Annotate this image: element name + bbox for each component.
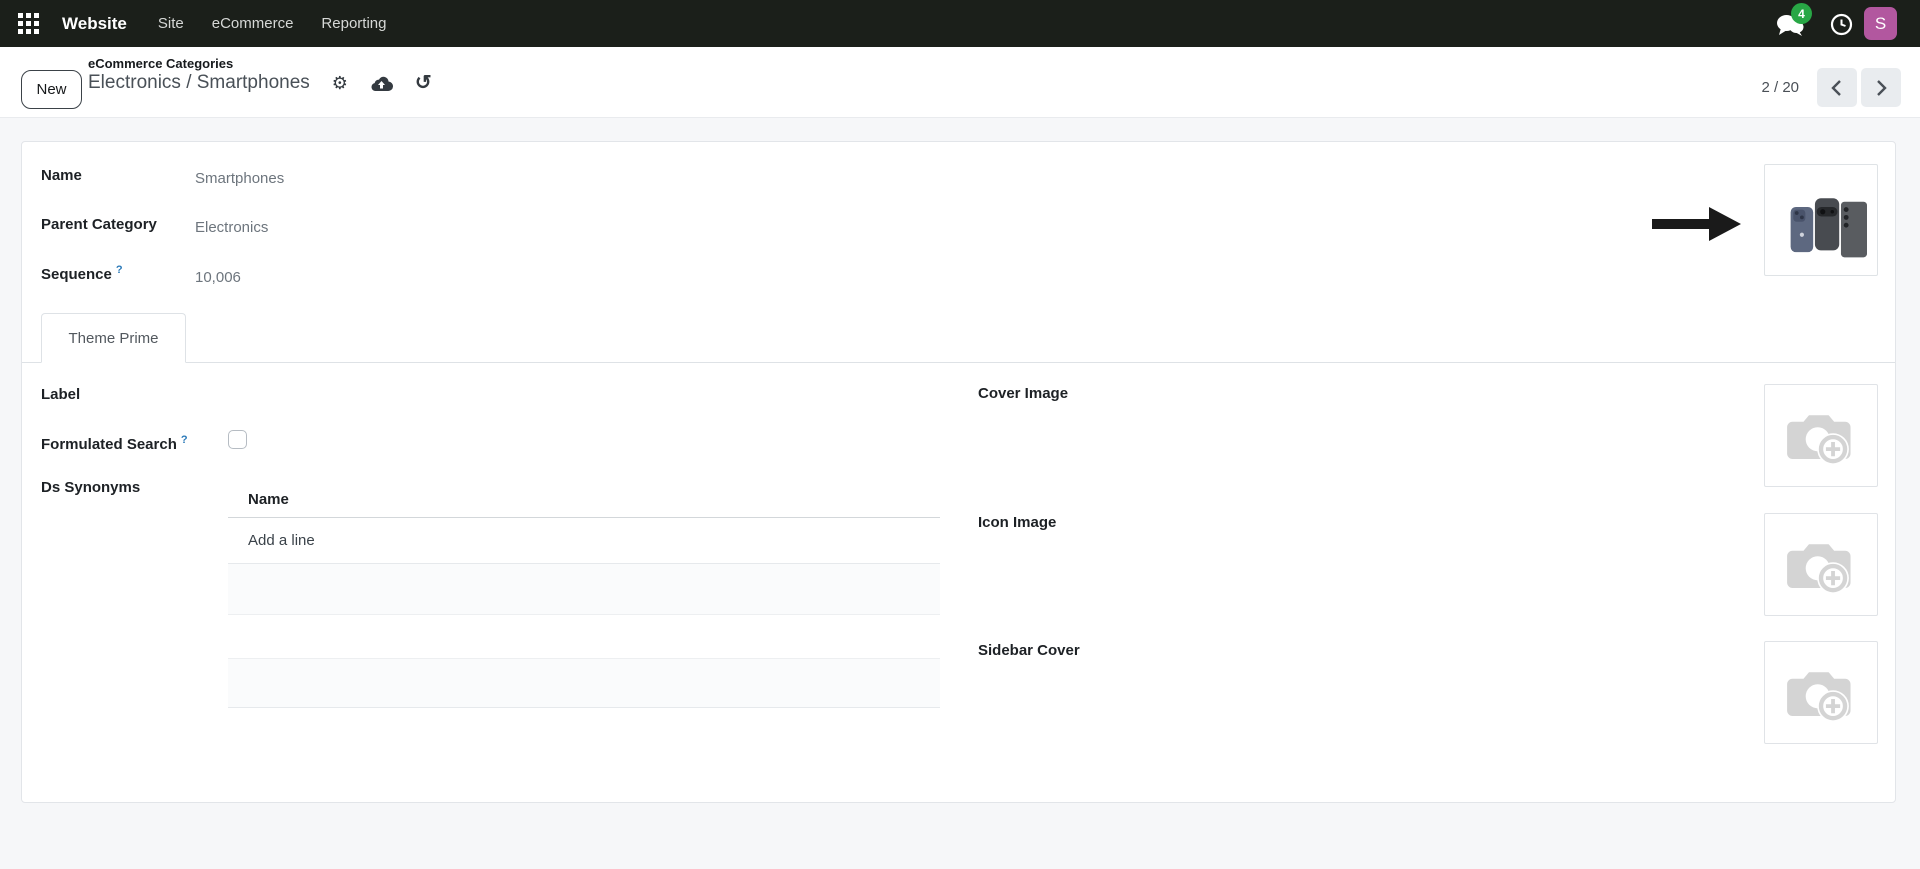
pager-value[interactable]: 2 / 20 xyxy=(1761,79,1799,96)
table-empty-row xyxy=(228,564,940,615)
activities-clock-icon[interactable] xyxy=(1830,13,1853,41)
category-image-smartphones[interactable] xyxy=(1764,164,1878,276)
messages-count-badge: 4 xyxy=(1791,3,1812,24)
parent-category-field-label: Parent Category xyxy=(41,216,157,233)
gear-icon[interactable]: ⚙ xyxy=(332,74,348,92)
breadcrumb-parent-link[interactable]: eCommerce Categories xyxy=(88,56,432,71)
smartphones-image xyxy=(1775,180,1867,260)
icon-image-field-label: Icon Image xyxy=(978,514,1056,531)
sidebar-cover-upload[interactable] xyxy=(1764,641,1878,744)
icon-image-upload[interactable] xyxy=(1764,513,1878,616)
pager: 2 / 20 xyxy=(1761,68,1901,107)
table-header-name: Name xyxy=(228,481,940,518)
pager-previous-button[interactable] xyxy=(1817,68,1857,107)
formulated-search-checkbox[interactable] xyxy=(228,430,247,449)
label-field-label: Label xyxy=(41,386,80,403)
help-icon: ? xyxy=(181,434,188,446)
name-field-value[interactable]: Smartphones xyxy=(195,170,284,187)
sequence-field-label: Sequence? xyxy=(41,264,123,283)
form-sheet: Name Smartphones Parent Category Electro… xyxy=(21,141,1896,803)
app-menu-website[interactable]: Website xyxy=(62,14,127,34)
camera-plus-icon xyxy=(1786,533,1856,597)
help-icon: ? xyxy=(116,264,123,276)
table-empty-row xyxy=(228,659,940,708)
name-field-label: Name xyxy=(41,167,82,184)
sequence-field-value[interactable]: 10,006 xyxy=(195,269,241,286)
chevron-left-icon xyxy=(1826,74,1848,102)
menu-site[interactable]: Site xyxy=(144,0,198,47)
tab-theme-prime[interactable]: Theme Prime xyxy=(41,313,186,363)
cover-image-field-label: Cover Image xyxy=(978,385,1068,402)
undo-discard-icon[interactable]: ↺ xyxy=(415,73,432,93)
record-title: Electronics / Smartphones xyxy=(88,72,310,94)
control-panel: New eCommerce Categories Electronics / S… xyxy=(0,47,1920,118)
ds-synonyms-field-label: Ds Synonyms xyxy=(41,479,140,496)
breadcrumb: eCommerce Categories Electronics / Smart… xyxy=(88,56,432,94)
cloud-upload-save-icon[interactable] xyxy=(370,75,393,92)
navbar-menu: Site eCommerce Reporting xyxy=(144,0,401,47)
menu-reporting[interactable]: Reporting xyxy=(307,0,400,47)
parent-category-field-value[interactable]: Electronics xyxy=(195,219,268,236)
menu-ecommerce[interactable]: eCommerce xyxy=(198,0,308,47)
new-button[interactable]: New xyxy=(21,70,82,109)
sidebar-cover-field-label: Sidebar Cover xyxy=(978,642,1080,659)
cover-image-upload[interactable] xyxy=(1764,384,1878,487)
table-empty-row xyxy=(228,615,940,659)
notebook-tabs: Theme Prime xyxy=(22,313,1895,363)
synonyms-table: Name Add a line xyxy=(228,481,940,708)
camera-plus-icon xyxy=(1786,404,1856,468)
top-navbar: Website Site eCommerce Reporting 4 S xyxy=(0,0,1920,47)
apps-grid-icon[interactable] xyxy=(18,13,39,34)
camera-plus-icon xyxy=(1786,661,1856,725)
add-a-line-button[interactable]: Add a line xyxy=(228,518,940,564)
formulated-search-field-label: Formulated Search? xyxy=(41,434,188,453)
user-avatar[interactable]: S xyxy=(1864,7,1897,40)
pager-next-button[interactable] xyxy=(1861,68,1901,107)
arrow-right-icon xyxy=(1652,202,1742,251)
chevron-right-icon xyxy=(1870,74,1892,102)
